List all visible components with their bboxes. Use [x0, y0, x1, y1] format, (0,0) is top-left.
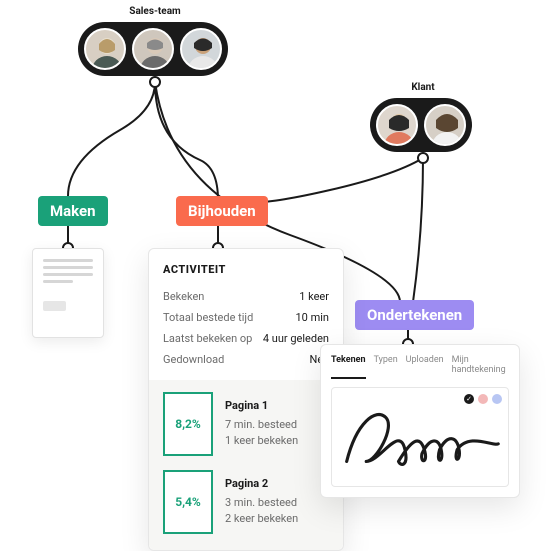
tag-sign: Ondertekenen: [355, 300, 474, 330]
signature-canvas[interactable]: [331, 387, 509, 487]
activity-page: 8,2% Pagina 1 7 min. besteed 1 keer beke…: [163, 392, 329, 456]
activity-row: GedownloadNee: [149, 349, 343, 370]
tab-upload[interactable]: Uploaden: [406, 355, 444, 379]
color-black[interactable]: [464, 394, 474, 404]
page-thumb: 8,2%: [163, 392, 213, 456]
client-pill: [370, 98, 472, 152]
tab-type[interactable]: Typen: [374, 355, 398, 379]
document-card: [32, 248, 104, 338]
page-title: Pagina 1: [225, 398, 298, 415]
sales-team-label: Sales-team: [110, 6, 200, 17]
tab-mysig[interactable]: Mijn handtekening: [452, 355, 509, 379]
client-label: Klant: [403, 82, 443, 93]
color-picker: [464, 394, 502, 404]
activity-key: Bekeken: [163, 290, 204, 303]
activity-key: Gedownload: [163, 353, 224, 366]
avatar: [180, 28, 222, 70]
page-title: Pagina 2: [225, 476, 298, 493]
page-meta-line: 3 min. besteed: [225, 495, 298, 512]
activity-value: 4 uur geleden: [263, 332, 329, 345]
avatar: [376, 104, 418, 146]
color-pink[interactable]: [478, 394, 488, 404]
avatar: [84, 28, 126, 70]
activity-row: Totaal bestede tijd 10 min: [149, 307, 343, 328]
page-meta-line: 1 keer bekeken: [225, 433, 298, 450]
signature-panel: Tekenen Typen Uploaden Mijn handtekening: [320, 344, 520, 498]
activity-key: Totaal bestede tijd: [163, 311, 253, 324]
color-blue[interactable]: [492, 394, 502, 404]
activity-pages: 8,2% Pagina 1 7 min. besteed 1 keer beke…: [149, 380, 343, 550]
activity-row: Laatst bekeken op 4 uur geleden: [149, 328, 343, 349]
activity-title: ACTIVITEIT: [149, 263, 343, 286]
activity-value: 10 min: [296, 311, 330, 324]
activity-page: 5,4% Pagina 2 3 min. besteed 2 keer beke…: [163, 470, 329, 534]
avatar: [132, 28, 174, 70]
tab-draw[interactable]: Tekenen: [331, 355, 366, 379]
signature-stroke: [332, 392, 508, 482]
page-meta-line: 7 min. besteed: [225, 417, 298, 434]
avatar: [424, 104, 466, 146]
signature-tabs: Tekenen Typen Uploaden Mijn handtekening: [331, 355, 509, 379]
activity-value: 1 keer: [299, 290, 329, 303]
page-thumb: 5,4%: [163, 470, 213, 534]
activity-key: Laatst bekeken op: [163, 332, 252, 345]
tag-make: Maken: [38, 196, 108, 226]
activity-panel: ACTIVITEIT Bekeken 1 keer Totaal bestede …: [148, 248, 344, 551]
page-meta-line: 2 keer bekeken: [225, 511, 298, 528]
sales-team-pill: [78, 22, 228, 76]
activity-row: Bekeken 1 keer: [149, 286, 343, 307]
tag-track: Bijhouden: [176, 196, 268, 226]
